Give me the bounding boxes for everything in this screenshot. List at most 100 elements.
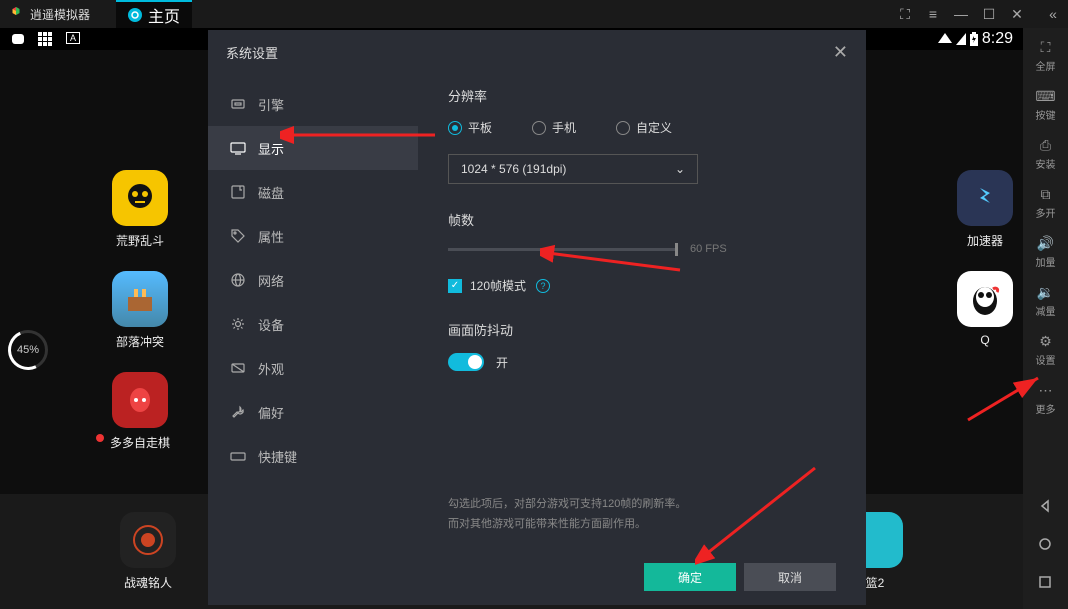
radio-tablet[interactable]: 平板 xyxy=(448,119,492,136)
gear-icon xyxy=(230,316,246,332)
app-label: 部落冲突 xyxy=(116,333,164,350)
rs-multi[interactable]: ⧉多开 xyxy=(1036,185,1056,220)
back-icon[interactable] xyxy=(1038,499,1054,515)
tab-home[interactable]: 主页 xyxy=(116,0,192,28)
dock-label: 篮2 xyxy=(866,574,885,591)
rs-settings[interactable]: ⚙设置 xyxy=(1036,332,1056,367)
sidebar-item-device[interactable]: 设备 xyxy=(208,302,418,346)
chevron-down-icon: ⌄ xyxy=(675,162,685,176)
app-item[interactable]: 部落冲突 xyxy=(110,271,170,350)
toggle-label: 开 xyxy=(496,354,508,371)
home-icon xyxy=(128,8,142,22)
volume-up-icon: 🔊 xyxy=(1037,234,1055,252)
resolution-radios: 平板 手机 自定义 xyxy=(448,119,836,136)
minimize-icon[interactable]: — xyxy=(954,7,968,21)
help-icon[interactable]: ? xyxy=(536,279,550,293)
settings-modal: 系统设置 ✕ 引擎 显示 磁盘 属性 网络 设备 外观 偏好 快捷键 分辨率 平… xyxy=(208,30,866,605)
expand-icon[interactable]: « xyxy=(1046,7,1060,21)
resolution-title: 分辨率 xyxy=(448,86,836,105)
apk-icon: ⎙ xyxy=(1037,136,1055,154)
engine-icon xyxy=(230,96,246,112)
sidebar-item-preference[interactable]: 偏好 xyxy=(208,390,418,434)
recent-icon[interactable] xyxy=(1038,575,1054,591)
maximize-icon[interactable]: ☐ xyxy=(982,7,996,21)
antishake-toggle[interactable] xyxy=(448,353,484,371)
more-icon: ⋯ xyxy=(1037,381,1055,399)
app-title: 逍遥模拟器 xyxy=(30,6,90,23)
app-item[interactable]: 多多自走棋 xyxy=(110,372,170,451)
app-label: 多多自走棋 xyxy=(110,434,170,451)
dock-label: 战魂铭人 xyxy=(124,574,172,591)
app-item[interactable]: 加速器 xyxy=(957,170,1013,249)
wrench-icon xyxy=(230,404,246,420)
multi-icon: ⧉ xyxy=(1037,185,1055,203)
apps-column-right: 加速器 Q xyxy=(957,170,1013,347)
notification-dot xyxy=(96,434,104,442)
sidebar-item-property[interactable]: 属性 xyxy=(208,214,418,258)
fullscreen-icon: ⛶ xyxy=(1037,38,1055,56)
hint-text: 勾选此项后，对部分游戏可支持120帧的刷新率。 而对其他游戏可能带来性能方面副作… xyxy=(448,495,686,535)
tab-home-label: 主页 xyxy=(148,3,180,27)
modal-sidebar: 引擎 显示 磁盘 属性 网络 设备 外观 偏好 快捷键 xyxy=(208,74,418,605)
app-label: Q xyxy=(980,333,989,347)
globe-icon xyxy=(230,272,246,288)
sidebar-item-engine[interactable]: 引擎 xyxy=(208,82,418,126)
antishake-title: 画面防抖动 xyxy=(448,320,836,339)
link-icon xyxy=(230,360,246,376)
modal-content: 分辨率 平板 手机 自定义 1024 * 576 (191dpi) ⌄ 帧数 6… xyxy=(418,74,866,605)
apps-column-left: 荒野乱斗 部落冲突 多多自走棋 xyxy=(110,170,170,451)
sidebar-item-disk[interactable]: 磁盘 xyxy=(208,170,418,214)
modal-header: 系统设置 ✕ xyxy=(208,30,866,74)
resolution-dropdown[interactable]: 1024 * 576 (191dpi) ⌄ xyxy=(448,154,698,184)
app-logo xyxy=(8,6,24,22)
square-icon[interactable] xyxy=(10,32,28,46)
title-bar: 逍遥模拟器 主页 ⛶ ≡ — ☐ ✕ « xyxy=(0,0,1068,28)
disk-icon xyxy=(230,184,246,200)
display-icon xyxy=(230,140,246,156)
sidebar-item-network[interactable]: 网络 xyxy=(208,258,418,302)
sidebar-item-display[interactable]: 显示 xyxy=(208,126,418,170)
close-icon[interactable]: ✕ xyxy=(833,42,848,63)
app-label: 加速器 xyxy=(967,232,1003,249)
fps-title: 帧数 xyxy=(448,210,836,229)
ok-button[interactable]: 确定 xyxy=(644,563,736,591)
rs-fullscreen[interactable]: ⛶全屏 xyxy=(1036,38,1056,73)
keyboard-icon xyxy=(230,448,246,464)
rs-keymap[interactable]: ⌨按键 xyxy=(1036,87,1056,122)
a-icon[interactable]: A xyxy=(66,32,80,44)
fps-value: 60 FPS xyxy=(690,243,727,255)
battery-icon xyxy=(970,32,978,46)
app-item[interactable]: 荒野乱斗 xyxy=(110,170,170,249)
dock-item[interactable]: 战魂铭人 xyxy=(120,512,176,591)
home-icon[interactable] xyxy=(1038,537,1054,553)
sidebar-item-shortcut[interactable]: 快捷键 xyxy=(208,434,418,478)
cancel-button[interactable]: 取消 xyxy=(744,563,836,591)
sidebar-item-appearance[interactable]: 外观 xyxy=(208,346,418,390)
fullscreen-icon[interactable]: ⛶ xyxy=(898,7,912,21)
volume-down-icon: 🔉 xyxy=(1037,283,1055,301)
close-icon[interactable]: ✕ xyxy=(1010,7,1024,21)
app-item[interactable]: Q xyxy=(957,271,1013,347)
signal-icon xyxy=(956,33,966,45)
rs-volume-up[interactable]: 🔊加量 xyxy=(1036,234,1056,269)
grid-icon[interactable] xyxy=(38,32,56,46)
rs-install[interactable]: ⎙安装 xyxy=(1036,136,1056,171)
keyboard-icon: ⌨ xyxy=(1037,87,1055,105)
clock: 8:29 xyxy=(982,30,1013,48)
menu-icon[interactable]: ≡ xyxy=(926,7,940,21)
fps-slider[interactable] xyxy=(448,248,678,251)
modal-title: 系统设置 xyxy=(226,43,278,62)
fps-120-checkbox-row[interactable]: ✓ 120帧模式 ? xyxy=(448,277,836,294)
right-sidebar: ⛶全屏 ⌨按键 ⎙安装 ⧉多开 🔊加量 🔉减量 ⚙设置 ⋯更多 xyxy=(1023,28,1068,609)
progress-indicator[interactable]: 45% xyxy=(8,330,48,370)
tag-icon xyxy=(230,228,246,244)
radio-phone[interactable]: 手机 xyxy=(532,119,576,136)
wifi-icon xyxy=(938,33,952,45)
app-label: 荒野乱斗 xyxy=(116,232,164,249)
checkbox-icon: ✓ xyxy=(448,279,462,293)
fps-slider-row: 60 FPS xyxy=(448,243,836,255)
rs-more[interactable]: ⋯更多 xyxy=(1036,381,1056,416)
radio-custom[interactable]: 自定义 xyxy=(616,119,672,136)
rs-volume-down[interactable]: 🔉减量 xyxy=(1036,283,1056,318)
gear-icon: ⚙ xyxy=(1037,332,1055,350)
